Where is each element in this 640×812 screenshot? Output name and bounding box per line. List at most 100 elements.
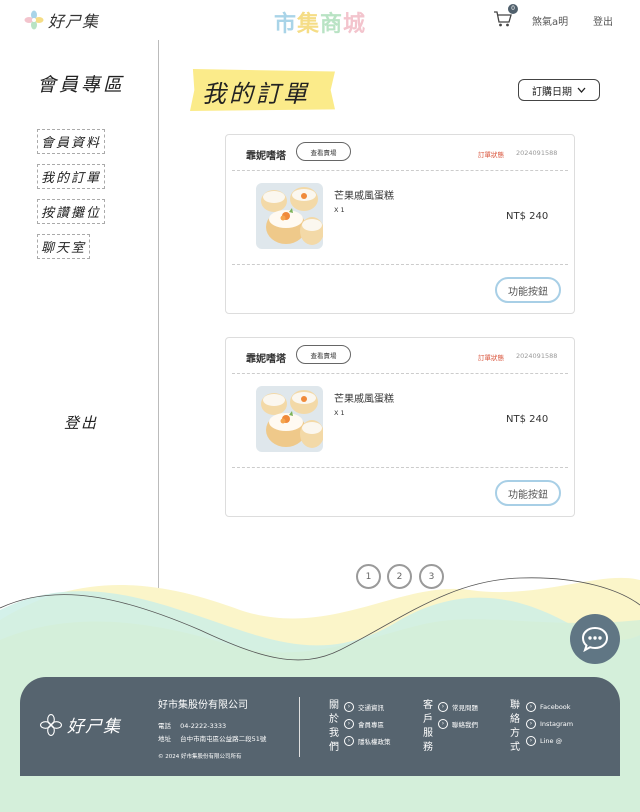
- link-label: 常見問題: [452, 704, 478, 712]
- sidebar-item-liked-stalls[interactable]: 按讚攤位: [37, 199, 106, 224]
- product-quantity: X 1: [334, 409, 345, 417]
- order-id: 2024091588: [516, 149, 558, 157]
- chevron-right-icon: ›: [526, 719, 536, 729]
- product-quantity: X 1: [334, 206, 345, 214]
- function-button[interactable]: 功能按鈕: [495, 480, 561, 506]
- footer-column-heading: 聯 絡 方 式: [510, 699, 522, 755]
- footer-link-contact[interactable]: › 聯絡我們: [438, 719, 478, 729]
- page-button-3[interactable]: 3: [419, 564, 444, 589]
- chevron-right-icon: ›: [344, 702, 354, 712]
- chevron-right-icon: ›: [438, 702, 448, 712]
- footer-link-facebook[interactable]: › Facebook: [526, 702, 571, 712]
- heading-char: 們: [329, 742, 339, 753]
- sort-label: 訂購日期: [532, 86, 572, 98]
- shop-name: 霏妮嗜塔: [246, 151, 286, 162]
- copyright: © 2024 好市集股份有限公司所有: [158, 754, 242, 760]
- heading-char: 方: [510, 728, 520, 739]
- order-status: 訂單狀態: [478, 354, 504, 362]
- link-label: 交通資訊: [358, 704, 384, 712]
- divider: [232, 170, 568, 171]
- product-image[interactable]: [256, 183, 323, 249]
- heading-char: 式: [510, 742, 520, 753]
- logout-link[interactable]: 登出: [593, 13, 613, 28]
- footer-logo[interactable]: 好ㄕ集: [40, 712, 121, 737]
- sort-dropdown[interactable]: 訂購日期: [518, 79, 600, 101]
- link-label: Line @: [540, 737, 563, 745]
- product-image[interactable]: [256, 386, 323, 452]
- footer-link-line[interactable]: › Line @: [526, 736, 562, 746]
- heading-char: 於: [329, 714, 339, 725]
- chevron-right-icon: ›: [344, 719, 354, 729]
- heading-char: 務: [423, 742, 433, 753]
- footer-logo-text: 好ㄕ集: [67, 717, 121, 737]
- page-button-1[interactable]: 1: [356, 564, 381, 589]
- view-shop-button[interactable]: 查看賣場: [296, 345, 351, 364]
- sidebar-logout[interactable]: 登出: [64, 412, 98, 433]
- top-header: 好ㄕ集 市集商城 0 煞氣a明 登出: [0, 0, 640, 40]
- link-label: 會員專區: [358, 721, 384, 729]
- chevron-down-icon: [577, 87, 586, 93]
- chevron-right-icon: ›: [344, 736, 354, 746]
- divider: [232, 264, 568, 265]
- chevron-right-icon: ›: [526, 702, 536, 712]
- phone-label: 電話: [158, 722, 171, 730]
- divider: [232, 467, 568, 468]
- order-status: 訂單狀態: [478, 151, 504, 159]
- order-card: 霏妮嗜塔 查看賣場 訂單狀態 2024091588 芒果戚風蛋糕 X 1 NT$…: [225, 337, 575, 517]
- product-name: 芒果戚風蛋糕: [334, 191, 394, 202]
- heading-char: 關: [329, 700, 339, 711]
- footer-link-member[interactable]: › 會員專區: [344, 719, 384, 729]
- sidebar-item-chatroom[interactable]: 聊天室: [37, 234, 91, 259]
- footer: 好ㄕ集 好市集股份有限公司 電話 04-2222-3333 地址 台中市南屯區公…: [20, 677, 620, 776]
- phone-number: 04-2222-3333: [180, 722, 227, 730]
- phone-line: 電話 04-2222-3333: [158, 720, 226, 730]
- company-name: 好市集股份有限公司: [158, 700, 248, 711]
- sidebar-divider: [158, 40, 159, 642]
- footer-column-heading: 關 於 我 們: [329, 699, 341, 755]
- heading-char: 聯: [510, 700, 520, 711]
- footer-link-instagram[interactable]: › Instagram: [526, 719, 573, 729]
- footer-column-heading: 客 戶 服 務: [423, 699, 435, 755]
- heading-char: 客: [423, 700, 433, 711]
- user-name-link[interactable]: 煞氣a明: [532, 13, 568, 28]
- page-title: 我的訂單: [202, 80, 310, 108]
- address: 台中市南屯區公益路二段51號: [180, 735, 267, 743]
- footer-divider: [299, 697, 300, 757]
- address-line: 地址 台中市南屯區公益路二段51號: [158, 733, 266, 743]
- product-price: NT$ 240: [506, 211, 549, 222]
- link-label: Instagram: [540, 720, 574, 728]
- footer-link-privacy[interactable]: › 隱私權政策: [344, 736, 391, 746]
- page-button-2[interactable]: 2: [387, 564, 412, 589]
- link-label: 聯絡我們: [452, 721, 478, 729]
- sidebar-title: 會員專區: [37, 74, 126, 96]
- product-price: NT$ 240: [506, 414, 549, 425]
- cart-count-badge: 0: [508, 4, 518, 14]
- brand-char: 商: [320, 11, 344, 36]
- sidebar-item-orders[interactable]: 我的訂單: [37, 164, 106, 189]
- function-button[interactable]: 功能按鈕: [495, 277, 561, 303]
- link-label: 隱私權政策: [358, 738, 391, 746]
- address-label: 地址: [158, 735, 171, 743]
- chat-button[interactable]: [570, 614, 620, 664]
- order-card: 霏妮嗜塔 查看賣場 訂單狀態 2024091588 芒果戚風蛋糕 X 1 NT$…: [225, 134, 575, 314]
- product-name: 芒果戚風蛋糕: [334, 394, 394, 405]
- divider: [232, 373, 568, 374]
- heading-char: 服: [423, 728, 433, 739]
- view-shop-button[interactable]: 查看賣場: [296, 142, 351, 161]
- footer-link-traffic[interactable]: › 交通資訊: [344, 702, 384, 712]
- brand-char: 集: [296, 11, 320, 36]
- chevron-right-icon: ›: [438, 719, 448, 729]
- order-id: 2024091588: [516, 352, 558, 360]
- link-label: Facebook: [540, 703, 571, 711]
- sidebar-item-profile[interactable]: 會員資料: [37, 129, 106, 154]
- chat-bubble-icon: [581, 626, 609, 652]
- brand-char: 市: [273, 11, 297, 36]
- brand-char: 城: [343, 11, 367, 36]
- heading-char: 我: [329, 728, 339, 739]
- flower-logo-icon: [40, 713, 62, 736]
- heading-char: 戶: [423, 714, 433, 725]
- shop-name: 霏妮嗜塔: [246, 354, 286, 365]
- chevron-right-icon: ›: [526, 736, 536, 746]
- heading-char: 絡: [510, 714, 520, 725]
- footer-link-faq[interactable]: › 常見問題: [438, 702, 478, 712]
